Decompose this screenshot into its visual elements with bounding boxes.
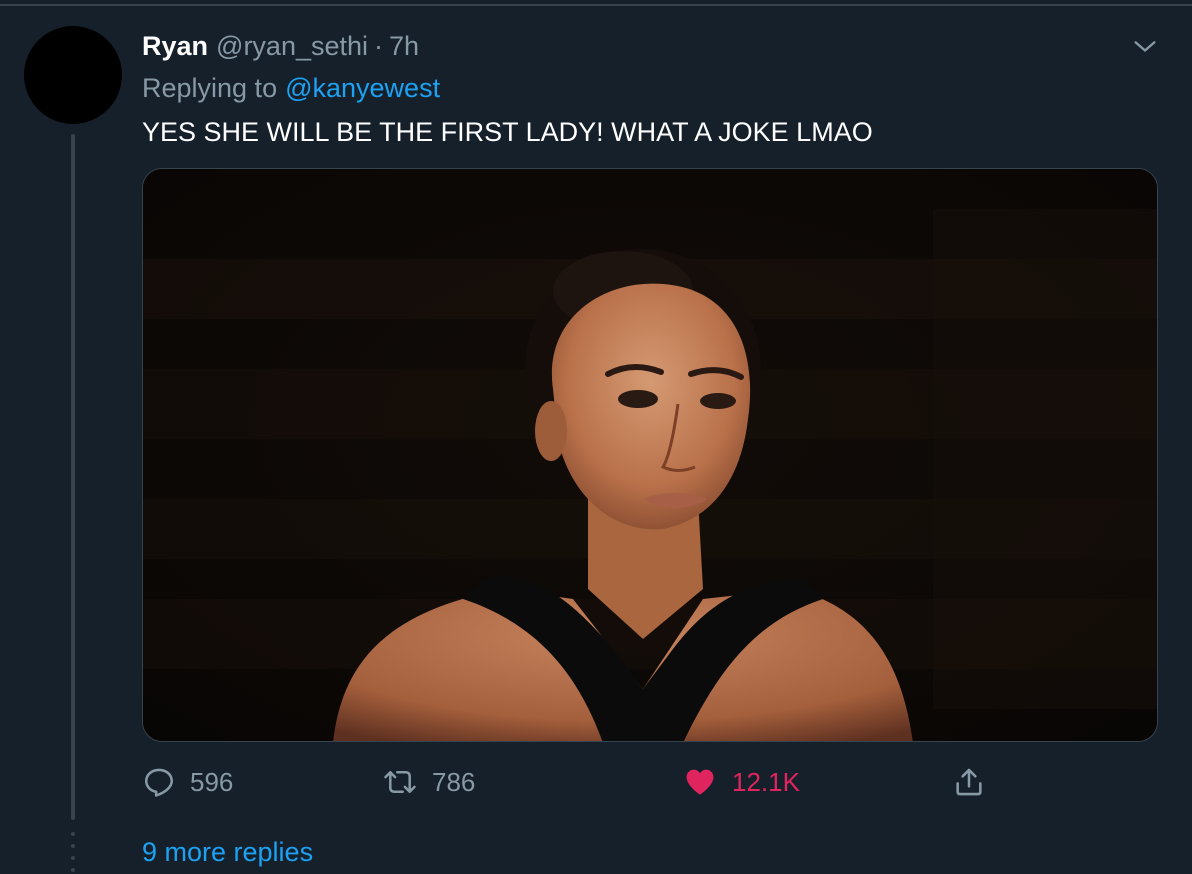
author-handle[interactable]: @ryan_sethi [216, 31, 368, 62]
reply-icon [142, 765, 176, 799]
more-options-button[interactable] [1128, 30, 1162, 64]
photo-of-woman [143, 169, 1157, 741]
top-divider [0, 4, 1192, 6]
tweet-image[interactable] [142, 168, 1158, 742]
replying-label: Replying to [142, 72, 278, 103]
thread-line [71, 134, 75, 820]
retweet-icon [382, 765, 418, 799]
heart-icon [682, 765, 718, 799]
like-count: 12.1K [732, 766, 800, 797]
share-button[interactable] [952, 758, 986, 806]
chevron-down-icon [1134, 41, 1156, 52]
retweet-button[interactable]: 786 [382, 758, 475, 806]
tweet-time[interactable]: 7h [389, 31, 419, 62]
thread-dots [71, 832, 75, 872]
tweet-actions: 596 786 12.1K [142, 758, 1022, 806]
share-icon [952, 765, 986, 799]
like-button[interactable]: 12.1K [682, 758, 800, 806]
retweet-count: 786 [432, 766, 476, 797]
tweet-header: Ryan @ryan_sethi · 7h [142, 26, 419, 66]
tweet-text: YES SHE WILL BE THE FIRST LADY! WHAT A J… [142, 116, 873, 147]
header-separator: · [374, 30, 384, 61]
reply-button[interactable]: 596 [142, 758, 233, 806]
tweet-container: Ryan @ryan_sethi · 7h Replying to @kanye… [0, 0, 1192, 874]
reply-count: 596 [190, 766, 234, 797]
replying-to-mention[interactable]: @kanyewest [285, 73, 440, 104]
avatar[interactable] [24, 26, 122, 124]
replying-to: Replying to @kanyewest [142, 68, 440, 108]
more-replies-link[interactable]: 9 more replies [142, 832, 313, 872]
author-name[interactable]: Ryan [142, 31, 208, 62]
